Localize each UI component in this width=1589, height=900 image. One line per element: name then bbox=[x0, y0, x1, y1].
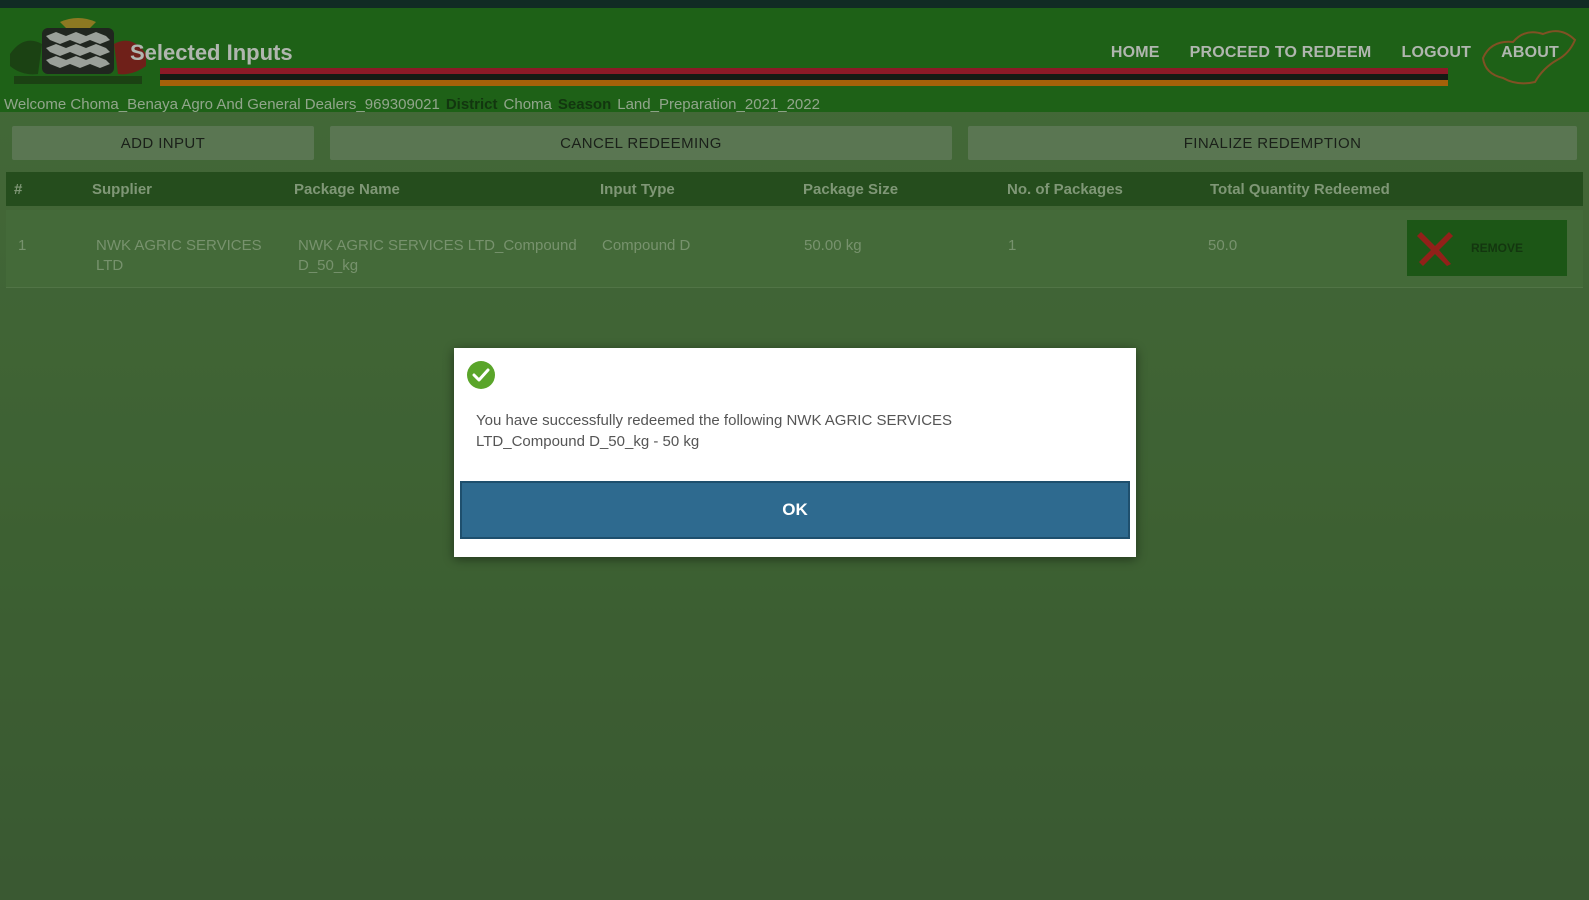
check-circle-icon bbox=[467, 361, 495, 389]
ok-button[interactable]: OK bbox=[460, 481, 1130, 539]
success-dialog: You have successfully redeemed the follo… bbox=[454, 348, 1136, 557]
dialog-message: You have successfully redeemed the follo… bbox=[476, 412, 953, 450]
